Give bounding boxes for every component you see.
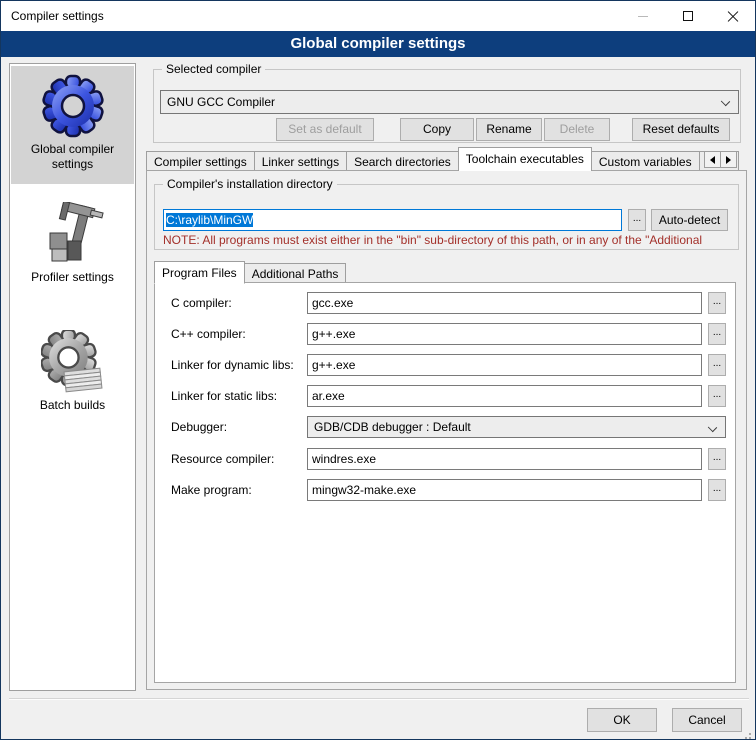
tab-scroll-right-button[interactable] (720, 151, 737, 168)
resource-compiler-input[interactable] (307, 448, 702, 470)
browse-button[interactable]: ... (708, 479, 726, 501)
set-as-default-button[interactable]: Set as default (276, 118, 374, 141)
window-title: Compiler settings (11, 9, 104, 23)
browse-button[interactable]: ... (708, 292, 726, 314)
make-program-input[interactable] (307, 479, 702, 501)
linker-static-input[interactable] (307, 385, 702, 407)
gear-blue-icon (41, 74, 105, 138)
browse-button[interactable]: ... (708, 448, 726, 470)
field-debugger: Debugger: GDB/CDB debugger : Default (155, 416, 735, 438)
auto-detect-button[interactable]: Auto-detect (651, 209, 728, 231)
field-make-program: Make program: ... (155, 479, 735, 501)
browse-button[interactable]: ... (708, 354, 726, 376)
ok-button[interactable]: OK (587, 708, 657, 732)
minimize-icon (638, 16, 648, 17)
copy-button[interactable]: Copy (400, 118, 474, 141)
field-label: Make program: (171, 479, 252, 501)
resize-grip[interactable] (749, 733, 751, 735)
maximize-button[interactable] (665, 1, 710, 31)
program-files-page: C compiler: ... C++ compiler: ... Linker… (154, 282, 736, 683)
tab-scroll-controls (705, 151, 737, 168)
selected-text: C:\raylib\MinGW (166, 213, 253, 227)
sidebar-item-global-compiler-settings[interactable]: Global compiler settings (11, 66, 134, 184)
minimize-button[interactable] (620, 1, 665, 31)
tab-toolchain-executables[interactable]: Toolchain executables (458, 147, 592, 171)
field-label: C compiler: (171, 292, 232, 314)
compiler-select[interactable]: GNU GCC Compiler (160, 90, 739, 114)
group-label: Compiler's installation directory (163, 177, 337, 191)
page-title: Global compiler settings (1, 31, 755, 57)
browse-button[interactable]: ... (708, 385, 726, 407)
c-compiler-input[interactable] (307, 292, 702, 314)
cpp-compiler-input[interactable] (307, 323, 702, 345)
arrow-left-icon (710, 156, 715, 164)
compiler-actions: Set as default Copy Rename Delete Reset … (154, 118, 736, 141)
gear-stack-icon (41, 330, 105, 394)
maximize-icon (683, 11, 693, 21)
field-resource-compiler: Resource compiler: ... (155, 448, 735, 470)
toolchain-executables-page: Compiler's installation directory C:\ray… (146, 170, 747, 690)
window-controls (620, 1, 755, 31)
browse-button[interactable]: ... (708, 323, 726, 345)
field-cpp-compiler: C++ compiler: ... (155, 323, 735, 345)
tab-program-files[interactable]: Program Files (154, 261, 245, 284)
tab-additional-paths[interactable]: Additional Paths (244, 263, 347, 283)
compiler-settings-window: Compiler settings Global compiler settin… (0, 0, 756, 740)
tab-compiler-settings[interactable]: Compiler settings (146, 151, 255, 171)
program-files-tabstrip: Program Files Additional Paths (154, 260, 739, 283)
selected-compiler-group: Selected compiler GNU GCC Compiler Set a… (153, 69, 741, 143)
field-label: C++ compiler: (171, 323, 246, 345)
field-c-compiler: C compiler: ... (155, 292, 735, 314)
rename-button[interactable]: Rename (476, 118, 542, 141)
title-bar: Compiler settings (1, 1, 755, 31)
field-label: Linker for static libs: (171, 385, 277, 407)
field-label: Resource compiler: (171, 448, 274, 470)
group-label: Selected compiler (162, 62, 265, 76)
sidebar-item-label: Profiler settings (11, 270, 134, 285)
note-text: NOTE: All programs must exist either in … (163, 233, 737, 247)
close-button[interactable] (710, 1, 755, 31)
footer-separator (9, 698, 749, 700)
installation-directory-input[interactable]: C:\raylib\MinGW (163, 209, 622, 231)
reset-defaults-button[interactable]: Reset defaults (632, 118, 730, 141)
arrow-right-icon (726, 156, 731, 164)
chevron-down-icon (708, 423, 717, 432)
tab-search-directories[interactable]: Search directories (346, 151, 459, 171)
sidebar-item-label: Batch builds (11, 398, 134, 413)
tab-linker-settings[interactable]: Linker settings (254, 151, 347, 171)
chevron-down-icon (721, 97, 730, 106)
cancel-button[interactable]: Cancel (672, 708, 742, 732)
browse-directory-button[interactable]: ... (628, 209, 646, 231)
close-icon (727, 11, 738, 22)
sidebar-item-label: Global compiler settings (11, 142, 134, 172)
linker-dynamic-input[interactable] (307, 354, 702, 376)
tab-scroll-left-button[interactable] (704, 151, 721, 168)
field-label: Debugger: (171, 416, 227, 438)
tab-custom-variables[interactable]: Custom variables (591, 151, 700, 171)
field-label: Linker for dynamic libs: (171, 354, 294, 376)
debugger-select-value: GDB/CDB debugger : Default (314, 420, 471, 434)
field-linker-static: Linker for static libs: ... (155, 385, 735, 407)
delete-button[interactable]: Delete (544, 118, 610, 141)
field-linker-dynamic: Linker for dynamic libs: ... (155, 354, 735, 376)
caliper-icon (41, 202, 105, 266)
sidebar-item-profiler-settings[interactable]: Profiler settings (11, 194, 134, 294)
compiler-select-value: GNU GCC Compiler (167, 95, 275, 109)
installation-directory-group: Compiler's installation directory C:\ray… (154, 184, 739, 250)
sidebar-item-batch-builds[interactable]: Batch builds (11, 322, 134, 424)
settings-tabstrip: Compiler settings Linker settings Search… (146, 147, 747, 171)
settings-category-list: Global compiler settings Profiler settin… (9, 63, 136, 691)
debugger-select[interactable]: GDB/CDB debugger : Default (307, 416, 726, 438)
